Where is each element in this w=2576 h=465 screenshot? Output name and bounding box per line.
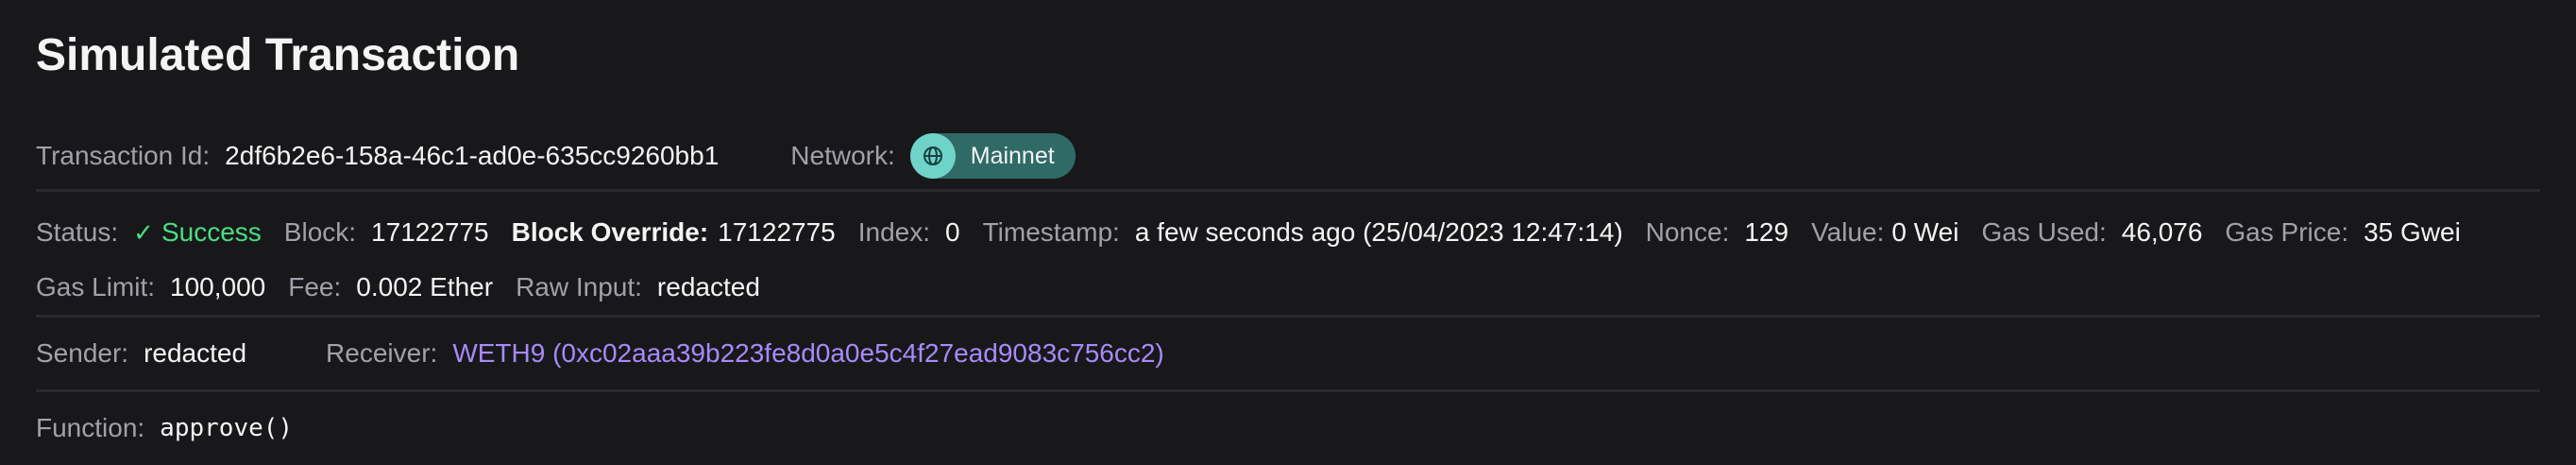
parties-row: Sender: redacted Receiver: WETH9 (0xc02a… xyxy=(36,318,2540,389)
index-value: 0 xyxy=(945,217,960,247)
raw-input-value: redacted xyxy=(656,272,760,301)
divider xyxy=(36,189,2540,192)
receiver-link[interactable]: WETH9 (0xc02aaa39b223fe8d0a0e5c4f27ead90… xyxy=(452,338,1163,369)
status-badge: Success xyxy=(161,217,262,247)
network-badge[interactable]: Mainnet xyxy=(909,133,1076,179)
gas-price-value: 35 Gwei xyxy=(2364,217,2461,247)
fee-value: 0.002 Ether xyxy=(356,272,494,301)
value-value: 0 Wei xyxy=(1891,217,1959,247)
gas-row: Gas Limit: 100,000 Fee: 0.002 Ether Raw … xyxy=(36,260,2540,315)
globe-icon xyxy=(909,133,956,179)
function-value: approve() xyxy=(160,414,294,442)
nonce-value: 129 xyxy=(1744,217,1789,247)
network-value: Mainnet xyxy=(970,142,1055,169)
gas-limit-value: 100,000 xyxy=(170,272,266,301)
index-label: Index: xyxy=(857,217,931,247)
status-label: Status: xyxy=(36,217,119,247)
sender-label: Sender: xyxy=(36,338,129,368)
page-title: Simulated Transaction xyxy=(36,30,520,80)
value-label: Value: xyxy=(1811,217,1885,247)
status-row: Status: ✓ Success Block: 17122775 Block … xyxy=(36,205,2540,260)
fee-label: Fee: xyxy=(288,272,342,301)
block-value: 17122775 xyxy=(371,217,489,247)
block-label: Block: xyxy=(283,217,357,247)
raw-input-label: Raw Input: xyxy=(516,272,642,301)
transaction-id-value: 2df6b2e6-158a-46c1-ad0e-635cc9260bb1 xyxy=(225,141,720,170)
check-icon: ✓ xyxy=(133,217,154,247)
timestamp-label: Timestamp: xyxy=(982,217,1120,247)
transaction-id-row: Transaction Id: 2df6b2e6-158a-46c1-ad0e-… xyxy=(36,130,2540,181)
transaction-page: Simulated Transaction Transaction Id: 2d… xyxy=(0,0,2576,464)
transaction-id-label: Transaction Id: xyxy=(36,141,211,170)
sender-value: redacted xyxy=(144,338,247,368)
function-row: Function: approve() xyxy=(36,392,2540,464)
block-override-value: 17122775 xyxy=(718,217,836,247)
gas-used-label: Gas Used: xyxy=(1981,217,2107,247)
timestamp-value: a few seconds ago (25/04/2023 12:47:14) xyxy=(1134,217,1623,247)
block-override-label: Block Override: xyxy=(511,217,709,247)
receiver-label: Receiver: xyxy=(326,338,438,368)
gas-limit-label: Gas Limit: xyxy=(36,272,156,301)
gas-used-value: 46,076 xyxy=(2121,217,2203,247)
network-label: Network: xyxy=(790,141,895,170)
nonce-label: Nonce: xyxy=(1645,217,1730,247)
gas-price-label: Gas Price: xyxy=(2225,217,2349,247)
function-label: Function: xyxy=(36,413,145,442)
